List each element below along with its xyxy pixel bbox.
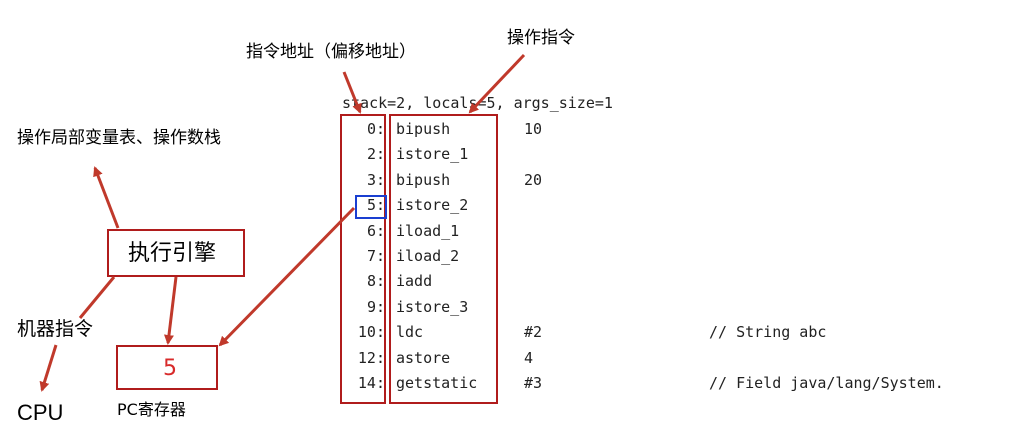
bytecode-opcode: getstatic: [396, 374, 478, 392]
bytecode-offset: 0:: [366, 120, 385, 138]
bytecode-row: 2: istore_1: [0, 147, 1033, 167]
bytecode-opcode: iload_1: [396, 221, 460, 240]
bytecode-argument: #2: [524, 323, 543, 342]
bytecode-opcode: iadd: [396, 272, 433, 291]
bytecode-offset: 5:: [366, 196, 385, 215]
bytecode-opcode: istore_1: [396, 145, 469, 164]
bytecode-opcode: istore_2: [396, 196, 469, 215]
bytecode-row: 10: ldc #2 // String abc: [0, 325, 1033, 345]
bytecode-opcode: ldc: [396, 323, 424, 342]
bytecode-argument: 4: [524, 348, 534, 367]
bytecode-opcode: iload_2: [396, 247, 460, 265]
bytecode-opcode: astore: [396, 348, 451, 367]
bytecode-row: 7: iload_2: [0, 249, 1033, 269]
bytecode-opcode: bipush: [396, 120, 451, 138]
bytecode-argument: 10: [524, 120, 543, 138]
bytecode-offset: 12:: [357, 348, 385, 367]
bytecode-argument: 20: [524, 170, 543, 189]
bytecode-argument: #3: [524, 374, 543, 392]
bytecode-row: 6: iload_1: [0, 221, 1033, 244]
bytecode-row: 9: istore_3: [0, 297, 1033, 320]
bytecode-row: 12: astore 4: [0, 348, 1033, 371]
bytecode-offset: 8:: [366, 272, 385, 291]
bytecode-row: 3: bipush 20: [0, 170, 1033, 193]
bytecode-row: 0: bipush 10: [0, 122, 1033, 142]
bytecode-row: 5: istore_2: [0, 198, 1033, 218]
bytecode-row: 14: getstatic #3 // Field java/lang/System.: [0, 376, 1033, 396]
bytecode-listing: 0: bipush 10 2: istore_1 3: bipush 20 5: istore_2…: [0, 0, 1033, 445]
bytecode-offset: 9:: [366, 297, 385, 316]
bytecode-opcode: istore_3: [396, 297, 469, 316]
bytecode-offset: 14:: [357, 374, 385, 392]
bytecode-comment: // String abc: [709, 323, 827, 342]
bytecode-comment: // Field java/lang/System.: [709, 374, 944, 392]
bytecode-offset: 10:: [357, 323, 385, 342]
bytecode-offset: 7:: [366, 247, 385, 265]
bytecode-offset: 3:: [366, 170, 385, 189]
bytecode-offset: 2:: [366, 145, 385, 164]
bytecode-opcode: bipush: [396, 170, 451, 189]
bytecode-offset: 6:: [366, 221, 385, 240]
bytecode-row: 8: iadd: [0, 274, 1033, 294]
